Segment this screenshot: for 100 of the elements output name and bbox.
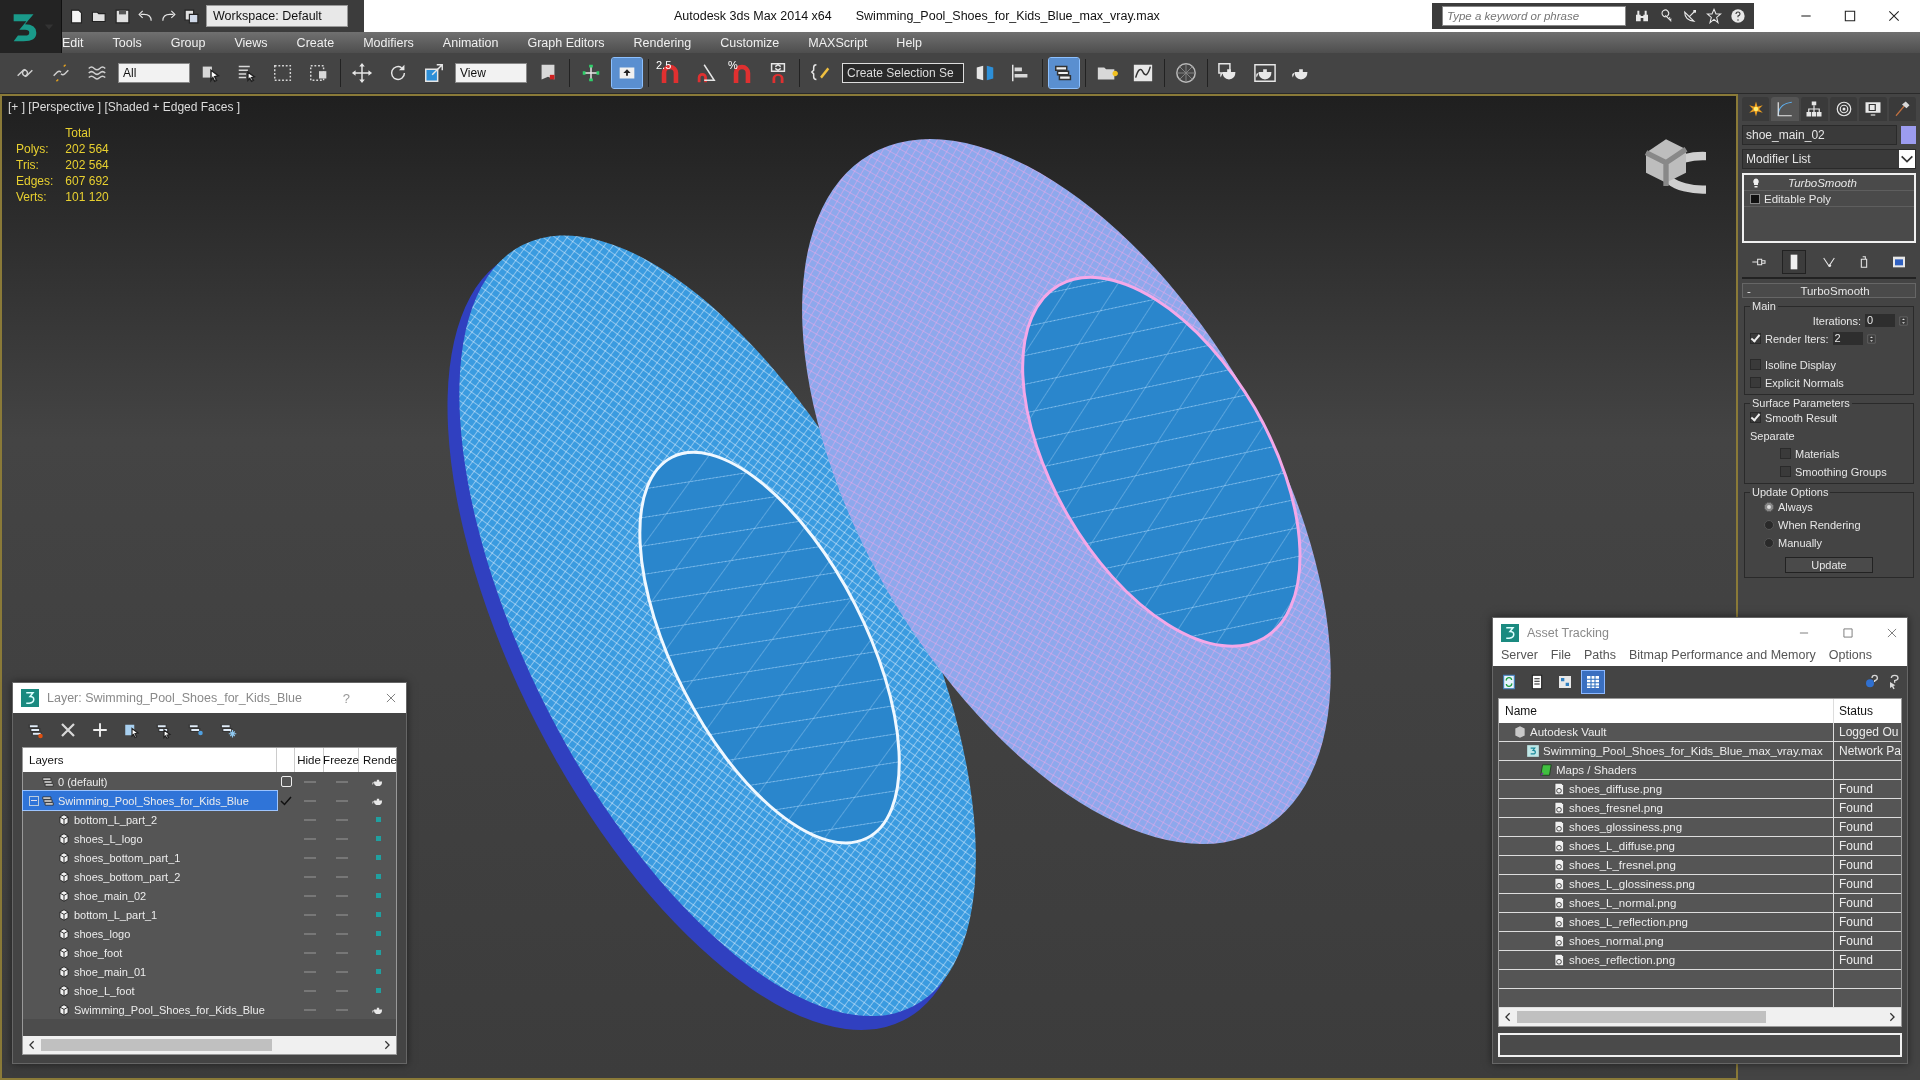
hide-toggle[interactable]: [303, 780, 316, 783]
render-toggle[interactable]: [375, 874, 381, 879]
menu-item[interactable]: Rendering: [633, 35, 692, 50]
scroll-right-icon[interactable]: [382, 1040, 392, 1050]
up-arrow-button[interactable]: [612, 58, 642, 88]
freeze-toggle[interactable]: [335, 989, 348, 992]
layer-row[interactable]: shoes_logo: [23, 924, 277, 943]
menu-item[interactable]: MAXScript: [808, 35, 868, 50]
hide-toggle[interactable]: [303, 932, 316, 935]
key-icon[interactable]: [1658, 8, 1674, 24]
layer-row[interactable]: bottom_L_part_1: [23, 905, 277, 924]
hide-toggle[interactable]: [303, 837, 316, 840]
layer-row[interactable]: Swimming_Pool_Shoes_for_Kids_Blue: [23, 1000, 277, 1019]
render-toggle[interactable]: [375, 893, 381, 898]
hide-toggle[interactable]: [303, 894, 316, 897]
panel-tab[interactable]: [1830, 97, 1858, 121]
menu-item[interactable]: Group: [170, 35, 206, 50]
help-icon[interactable]: [1730, 8, 1746, 24]
current-layer-toggle[interactable]: [280, 776, 292, 787]
expand-toggle[interactable]: [1750, 193, 1760, 204]
hide-toggle[interactable]: [303, 799, 316, 802]
plus-icon[interactable]: [91, 721, 109, 739]
render-iters-field[interactable]: 2: [1832, 332, 1863, 345]
menu-item[interactable]: Server: [1501, 648, 1538, 662]
checkbox[interactable]: [1750, 333, 1761, 344]
freeze-toggle[interactable]: [335, 913, 348, 916]
hide-toggle[interactable]: [303, 970, 316, 973]
rollout-header[interactable]: - TurboSmooth: [1742, 283, 1916, 298]
scroll-left-icon[interactable]: [27, 1040, 37, 1050]
column-header[interactable]: Layers: [23, 748, 277, 772]
menu-item[interactable]: Views: [234, 35, 268, 50]
asset-name-cell[interactable]: shoes_normal.png: [1499, 932, 1833, 950]
render-toggle[interactable]: [375, 912, 381, 917]
help-globe-icon[interactable]: [1864, 674, 1880, 690]
scroll-left-icon[interactable]: [1503, 1012, 1513, 1022]
column-header[interactable]: Freeze: [324, 748, 359, 772]
freeze-toggle[interactable]: [335, 799, 348, 802]
render-toggle[interactable]: [375, 950, 381, 955]
freeze-toggle[interactable]: [335, 1008, 348, 1011]
asset-name-cell[interactable]: shoes_diffuse.png: [1499, 780, 1833, 798]
layer-row[interactable]: Swimming_Pool_Shoes_for_Kids_Blue: [23, 791, 277, 810]
render-toggle[interactable]: [375, 988, 381, 993]
menu-item[interactable]: File: [1550, 648, 1571, 662]
lightbulb-icon[interactable]: [1750, 176, 1762, 189]
hide-toggle[interactable]: [303, 989, 316, 992]
menu-item[interactable]: Options: [1828, 648, 1872, 662]
viewport-label[interactable]: [+ ] [Perspective ] [Shaded + Edged Faces ]: [2, 96, 247, 118]
checkbox[interactable]: [1750, 359, 1761, 370]
asset-name-cell[interactable]: Maps / Shaders: [1499, 761, 1833, 779]
asset-name-cell[interactable]: Swimming_Pool_Shoes_for_Kids_Blue_max_vray.max: [1499, 742, 1833, 760]
freeze-toggle[interactable]: [335, 856, 348, 859]
layer-row[interactable]: shoes_bottom_part_2: [23, 867, 277, 886]
freeze-toggle[interactable]: [335, 780, 348, 783]
render-toggle[interactable]: [375, 836, 381, 841]
hide-toggle[interactable]: [303, 818, 316, 821]
hide-toggle[interactable]: [303, 951, 316, 954]
panel-tab[interactable]: [1742, 97, 1770, 121]
delete-icon[interactable]: [59, 721, 77, 739]
freeze-toggle[interactable]: [335, 875, 348, 878]
layer-row[interactable]: shoe_foot: [23, 943, 277, 962]
close-icon[interactable]: [1886, 8, 1902, 24]
column-header[interactable]: Hide: [295, 748, 324, 772]
layers-star-icon[interactable]: [27, 721, 45, 739]
maximize-icon[interactable]: [1842, 8, 1858, 24]
scroll-right-icon[interactable]: [1887, 1012, 1897, 1022]
layer-row[interactable]: shoe_main_02: [23, 886, 277, 905]
satellite-dish-icon[interactable]: [1682, 8, 1698, 24]
checkbox[interactable]: [1780, 448, 1791, 459]
layer-row[interactable]: shoe_main_01: [23, 962, 277, 981]
object-name-field[interactable]: shoe_main_02: [1742, 125, 1897, 145]
asset-name-cell[interactable]: shoes_L_reflection.png: [1499, 913, 1833, 931]
stack-item[interactable]: TurboSmooth: [1744, 175, 1914, 191]
project-folder-icon[interactable]: [183, 7, 200, 25]
new-file-icon[interactable]: [68, 7, 85, 25]
stack-item[interactable]: Editable Poly: [1744, 191, 1914, 207]
spinner-arrows-icon[interactable]: [1866, 331, 1876, 346]
hide-toggle[interactable]: [303, 875, 316, 878]
save-icon[interactable]: [114, 7, 131, 25]
column-header[interactable]: Rende: [359, 748, 397, 772]
toolbar-dropdown[interactable]: All: [118, 63, 190, 83]
radio-button[interactable]: [1764, 501, 1774, 512]
horizontal-scrollbar[interactable]: [1499, 1008, 1901, 1026]
freeze-toggle[interactable]: [335, 894, 348, 897]
menu-item[interactable]: Edit: [62, 35, 84, 50]
menu-item[interactable]: Create: [296, 35, 335, 50]
iterations-field[interactable]: 0: [1865, 314, 1895, 327]
panel-tab[interactable]: [1800, 97, 1828, 121]
layer-row[interactable]: 0 (default): [23, 772, 277, 791]
magnet-button[interactable]: %: [727, 58, 757, 88]
asset-name-cell[interactable]: shoes_L_fresnel.png: [1499, 856, 1833, 874]
menu-item[interactable]: Customize: [720, 35, 780, 50]
freeze-toggle[interactable]: [335, 970, 348, 973]
stack-tool-button[interactable]: [1783, 251, 1806, 273]
menu-item[interactable]: Help: [896, 35, 923, 50]
radio-button[interactable]: [1764, 519, 1774, 530]
star-icon[interactable]: [1706, 8, 1722, 24]
column-header[interactable]: Status: [1833, 699, 1901, 723]
panel-tab[interactable]: [1859, 97, 1887, 121]
update-button[interactable]: Update: [1785, 557, 1873, 573]
column-header[interactable]: Name: [1499, 699, 1833, 723]
